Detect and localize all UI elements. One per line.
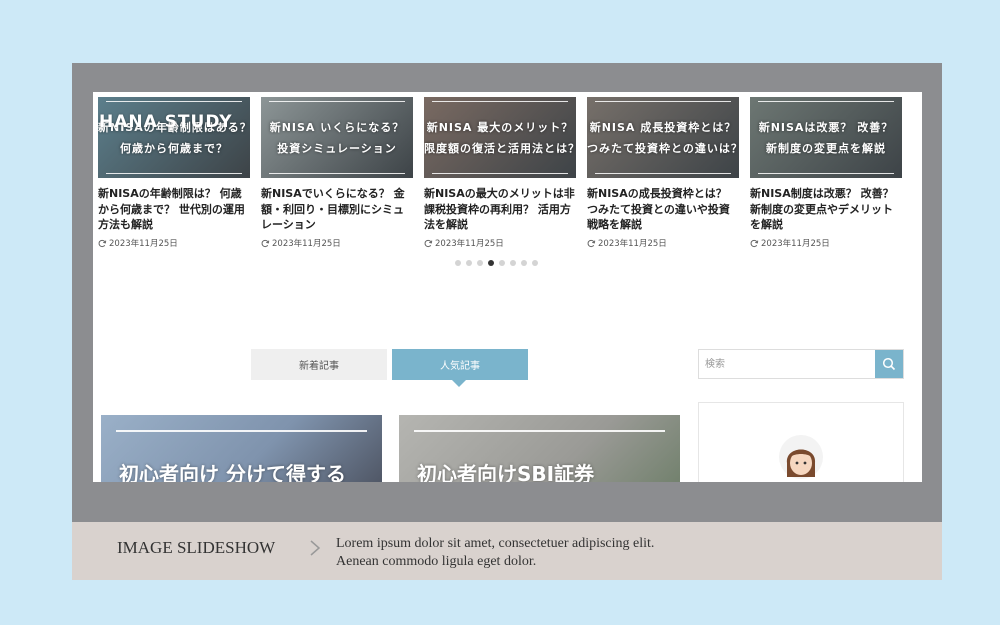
date-text: 2023年11月25日 <box>761 239 830 249</box>
thumb-divider <box>595 173 731 174</box>
thumbnail-image <box>750 97 902 178</box>
article-date: 2023年11月25日 <box>424 237 576 249</box>
article-title[interactable]: 新NISAの成長投資枠とは？ つみたて投資との違いや投資戦略を解説 <box>587 186 739 233</box>
thumb-subheadline: 新制度の変更点を解説 <box>766 142 886 155</box>
article-thumbnail[interactable]: 新NISAの年齢制限はある？ 何歳から何歳まで？ <box>98 97 250 178</box>
slider-dot[interactable] <box>455 260 461 266</box>
thumb-divider <box>106 101 242 102</box>
thumb-divider <box>432 101 568 102</box>
slideshow-label: IMAGE SLIDESHOW <box>117 538 276 557</box>
thumb-headline: 新NISAは改悪？ 改善？ <box>758 121 894 134</box>
article-card[interactable]: 新NISA 成長投資枠とは？ つみたて投資枠との違いは？ 新NISAの成長投資枠… <box>587 97 739 249</box>
chevron-right-icon[interactable] <box>308 538 322 558</box>
caption-line: Lorem ipsum dolor sit amet, consectetuer… <box>336 536 655 551</box>
tab-new-articles[interactable]: 新着記事 <box>251 349 387 380</box>
post-title: 初心者向けSBI証券 <box>417 462 595 482</box>
search-icon <box>882 357 896 371</box>
article-date: 2023年11月25日 <box>587 237 739 249</box>
post-divider <box>414 430 665 432</box>
article-title[interactable]: 新NISAでいくらになる？ 金額・利回り・目標別にシミュレーション <box>261 186 413 233</box>
article-card[interactable]: 新NISAは改悪？ 改善？ 新制度の変更点を解説 新NISA制度は改悪？ 改善？… <box>750 97 902 249</box>
refresh-icon <box>587 239 596 247</box>
search-box <box>698 349 904 379</box>
thumb-divider <box>269 101 405 102</box>
popular-post-card[interactable]: 初心者向けSBI証券 <box>399 415 680 482</box>
thumbnail-image <box>587 97 739 178</box>
slider-dot[interactable] <box>510 260 516 266</box>
article-title[interactable]: 新NISAの最大のメリットは非課税投資枠の再利用？ 活用方法を解説 <box>424 186 576 233</box>
slider-dot[interactable] <box>477 260 483 266</box>
thumbnail-image <box>424 97 576 178</box>
slider-dots <box>455 260 538 266</box>
thumb-divider <box>758 101 894 102</box>
article-date: 2023年11月25日 <box>750 237 902 249</box>
profile-widget <box>698 402 904 482</box>
thumbnail-image <box>98 97 250 178</box>
article-tabs: 新着記事 人気記事 <box>251 349 528 387</box>
thumb-divider <box>432 173 568 174</box>
article-date: 2023年11月25日 <box>261 237 413 249</box>
article-title[interactable]: 新NISA制度は改悪？ 改善？ 新制度の変更点やデメリットを解説 <box>750 186 902 233</box>
caption-bar: IMAGE SLIDESHOW Lorem ipsum dolor sit am… <box>72 522 942 580</box>
caption-line: Aenean commodo ligula eget dolor. <box>336 554 537 569</box>
thumb-headline: 新NISA 最大のメリット？ <box>426 121 574 134</box>
article-thumbnail[interactable]: 新NISAは改悪？ 改善？ 新制度の変更点を解説 <box>750 97 902 178</box>
tab-popular-articles[interactable]: 人気記事 <box>392 349 528 387</box>
date-text: 2023年11月25日 <box>272 239 341 249</box>
slider-dot[interactable] <box>488 260 494 266</box>
thumb-divider <box>106 173 242 174</box>
refresh-icon <box>750 239 759 247</box>
refresh-icon <box>98 239 107 247</box>
thumb-divider <box>269 173 405 174</box>
date-text: 2023年11月25日 <box>109 239 178 249</box>
article-thumbnail[interactable]: 新NISA 成長投資枠とは？ つみたて投資枠との違いは？ <box>587 97 739 178</box>
site-logo[interactable]: HANA STUDY <box>99 112 233 132</box>
article-card[interactable]: 新NISA いくらになる？ 投資シミュレーション 新NISAでいくらになる？ 金… <box>261 97 413 249</box>
thumb-subheadline: 何歳から何歳まで？ <box>120 142 228 155</box>
popular-post-card[interactable]: 初心者向け 分けて得する <box>101 415 382 482</box>
thumbnail-image <box>261 97 413 178</box>
thumb-headline: 新NISA 成長投資枠とは？ <box>589 121 737 134</box>
article-title[interactable]: 新NISAの年齢制限は？ 何歳から何歳まで？ 世代別の運用方法も解説 <box>98 186 250 233</box>
search-input[interactable] <box>699 350 875 378</box>
post-title: 初心者向け 分けて得する <box>119 462 346 482</box>
slider-dot[interactable] <box>499 260 505 266</box>
search-button[interactable] <box>875 350 903 378</box>
article-date: 2023年11月25日 <box>98 237 250 249</box>
article-thumbnail[interactable]: 新NISA いくらになる？ 投資シミュレーション <box>261 97 413 178</box>
slider-dot[interactable] <box>532 260 538 266</box>
thumb-subheadline: 投資シミュレーション <box>277 142 397 155</box>
thumb-headline: 新NISA いくらになる？ <box>269 121 405 134</box>
thumb-divider <box>595 101 731 102</box>
thumb-subheadline: 限度額の復活と活用法とは？ <box>424 142 576 155</box>
caption-description: Lorem ipsum dolor sit amet, consectetuer… <box>336 535 654 571</box>
refresh-icon <box>261 239 270 247</box>
slider-dot[interactable] <box>521 260 527 266</box>
avatar <box>779 435 823 479</box>
post-divider <box>116 430 367 432</box>
thumb-subheadline: つみたて投資枠との違いは？ <box>587 142 739 155</box>
date-text: 2023年11月25日 <box>598 239 667 249</box>
date-text: 2023年11月25日 <box>435 239 504 249</box>
article-thumbnail[interactable]: 新NISA 最大のメリット？ 限度額の復活と活用法とは？ <box>424 97 576 178</box>
refresh-icon <box>424 239 433 247</box>
thumb-divider <box>758 173 894 174</box>
slider-dot[interactable] <box>466 260 472 266</box>
article-card[interactable]: 新NISA 最大のメリット？ 限度額の復活と活用法とは？ 新NISAの最大のメリ… <box>424 97 576 249</box>
slide-screenshot: HANA STUDY 新NISAの年齢制限はある？ 何歳から何歳まで？ 新NIS… <box>93 92 922 482</box>
